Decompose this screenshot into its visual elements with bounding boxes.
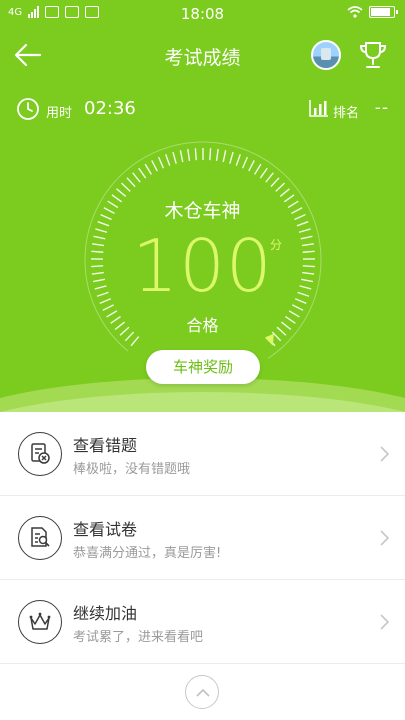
gauge-tick [235,154,241,166]
gauge-tick [265,172,274,183]
scroll-up-button[interactable] [185,675,219,709]
time-used-label: 用时 [46,106,73,121]
exam-stats: 用时 02:36 排名 -- [0,90,405,126]
list-item-title: 查看错题 [73,436,138,455]
gauge-tick [275,182,285,192]
list-item-exam-paper[interactable]: 查看试卷 恭喜满分通过，真是厉害! [0,496,405,580]
list-item-subtitle: 棒极啦，没有错题哦 [73,462,191,477]
gauge-tick [151,160,158,172]
gauge-tick [248,160,255,172]
list-item-title: 继续加油 [73,604,138,623]
gauge-tick [132,172,141,183]
list-item-subtitle: 考试累了，进来看看吧 [73,630,204,645]
gauge-tick [194,148,197,161]
result-hero: 4G 18:08 考试成绩 用时 02:36 排名 -- 木仓车神 100 分 … [0,0,405,412]
reward-button[interactable]: 车神奖励 [146,350,260,384]
time-used-value: 02:36 [84,98,136,119]
gauge-tick [222,150,227,163]
wrong-questions-icon [18,432,62,476]
score-unit: 分 [270,238,283,252]
gauge-tick [126,177,136,188]
chevron-right-icon [380,530,389,546]
clock-icon [17,98,39,120]
list-item-wrong-questions[interactable]: 查看错题 棒极啦，没有错题哦 [0,412,405,496]
gauge-tick [138,167,147,179]
gauge-tick [130,336,140,347]
avatar[interactable] [311,40,341,70]
top-bar: 考试成绩 [0,28,405,82]
wifi-icon [347,6,363,18]
gauge-tick [165,154,171,166]
gauge-tick [259,167,268,179]
gauge-tick [157,156,165,169]
gauge-tick [215,148,219,162]
chevron-up-icon [196,688,210,697]
gauge-tick [270,177,280,188]
trophy-icon[interactable] [359,40,387,70]
battery-icon [369,6,398,18]
gauge-tick [209,148,212,161]
action-list: 查看错题 棒极啦，没有错题哦 查看试卷 恭喜满分通过，真是厉害! 继续加油 考试… [0,412,405,664]
exam-paper-icon [18,516,62,560]
rank-value: -- [374,98,389,118]
gauge-tick [254,163,262,175]
chevron-right-icon [380,614,389,630]
list-item-title: 查看试卷 [73,520,138,539]
list-item-subtitle: 恭喜满分通过，真是厉害! [73,546,222,561]
rank-chart-icon [309,100,328,117]
score-value: 100 [132,224,273,308]
pass-status: 合格 [186,316,219,335]
chevron-right-icon [380,446,389,462]
page-title: 考试成绩 [164,47,241,69]
gauge-tick [172,151,177,164]
status-bar: 4G 18:08 [0,0,405,28]
list-item-keep-going[interactable]: 继续加油 考试累了，进来看看吧 [0,580,405,664]
driver-title: 木仓车神 [164,200,241,222]
clock-time: 18:08 [180,5,225,23]
gauge-tick [144,163,152,175]
crown-icon [18,600,62,644]
rank-label: 排名 [332,106,359,121]
gauge-tick [121,182,131,192]
gauge-tick [241,156,249,169]
gauge-tick [187,148,191,162]
gauge-tick [229,151,234,164]
gauge-tick [179,150,184,163]
